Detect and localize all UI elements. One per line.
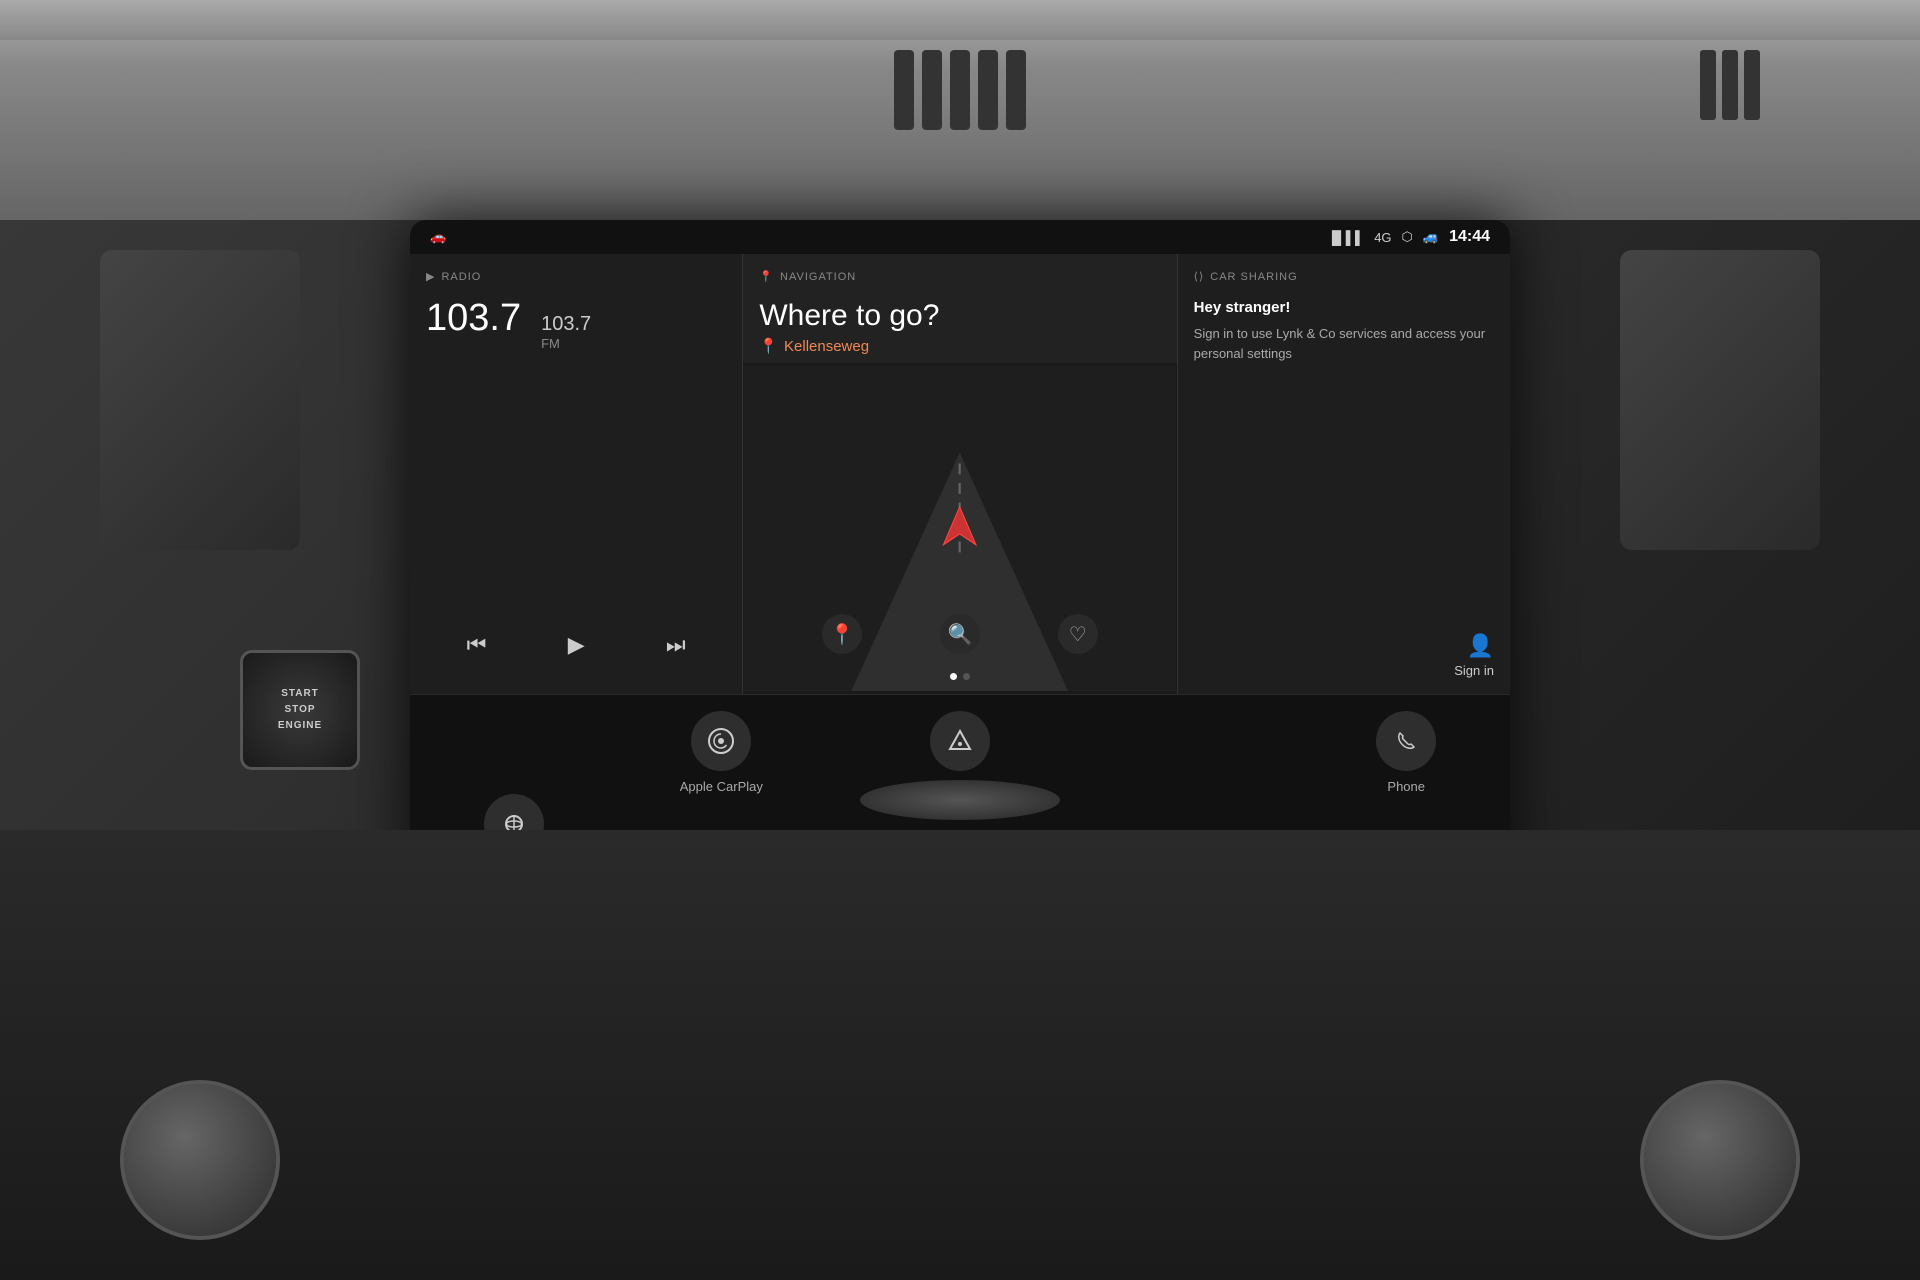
right-dial[interactable] [1640, 1080, 1800, 1240]
carsharing-message: Sign in to use Lynk & Co services and ac… [1194, 324, 1494, 363]
status-bar: 🚗 ▐▌▌▌ 4G ⬡ 🚙 14:44 [410, 220, 1510, 254]
phone-label: Phone [1387, 779, 1425, 794]
carsharing-label: ⟨⟩ CAR SHARING [1194, 270, 1494, 283]
car-dashboard: START STOP ENGINE 🚗 ▐▌▌▌ 4G ⬡ 🚙 14:44 [0, 0, 1920, 1280]
left-dial[interactable] [120, 1080, 280, 1240]
radio-play-button[interactable]: ▶ [560, 624, 593, 666]
nav-bottom-icons: 📍 🔍 ♡ [743, 614, 1176, 654]
car-connect-icon: 🚙 [1423, 229, 1439, 245]
bottom-dashboard [0, 830, 1920, 1280]
nav-location-icon[interactable]: 📍 [822, 614, 862, 654]
car-status-icon: 🚗 [430, 229, 446, 245]
right-dashboard-hardware [1620, 250, 1820, 550]
user-icon: 👤 [1467, 633, 1494, 659]
dashboard-top [0, 0, 1920, 220]
dot-2 [963, 673, 970, 680]
home-button[interactable] [860, 780, 1060, 820]
radio-band: FM [541, 336, 591, 351]
dot-1 [950, 673, 957, 680]
main-content-area: ▶ RADIO 103.7 103.7 FM ⏮ ▶ ⏭ [410, 254, 1510, 694]
radio-controls[interactable]: ⏮ ▶ ⏭ [426, 612, 726, 678]
map-view[interactable]: 📍 🔍 ♡ [743, 363, 1176, 694]
lte-badge: 4G [1374, 230, 1391, 245]
radio-label: ▶ RADIO [426, 270, 726, 283]
android-auto-icon [930, 711, 990, 771]
carplay-label: Apple CarPlay [680, 779, 763, 794]
phone-button[interactable]: Phone [1302, 711, 1510, 794]
carplay-icon [691, 711, 751, 771]
carsharing-greeting: Hey stranger! [1194, 299, 1494, 316]
radio-prev-button[interactable]: ⏮ [459, 624, 495, 666]
phone-icon [1376, 711, 1436, 771]
nav-where-heading: Where to go? [759, 299, 1160, 333]
play-icon: ▶ [426, 270, 435, 283]
nav-search-icon[interactable]: 🔍 [940, 614, 980, 654]
radio-panel[interactable]: ▶ RADIO 103.7 103.7 FM ⏮ ▶ ⏭ [410, 254, 743, 694]
signin-label: Sign in [1454, 663, 1494, 678]
signin-button[interactable]: 👤 Sign in [1194, 633, 1494, 678]
bluetooth-icon: ⬡ [1402, 229, 1413, 245]
radio-frequency-display: 103.7 103.7 FM [426, 299, 726, 351]
location-pin-icon: 📍 [759, 337, 778, 355]
start-stop-button[interactable]: START STOP ENGINE [240, 650, 360, 770]
nav-location: 📍 Kellenseweg [759, 337, 1160, 355]
map-pin-icon: 📍 [759, 270, 774, 283]
share-icon: ⟨⟩ [1194, 270, 1205, 283]
navigation-panel[interactable]: 📍 NAVIGATION Where to go? 📍 Kellenseweg [743, 254, 1176, 694]
apple-carplay-button[interactable]: Apple CarPlay [618, 711, 826, 794]
left-dashboard-hardware: START STOP ENGINE [100, 250, 300, 550]
radio-freq-large: 103.7 [426, 299, 521, 337]
clock: 14:44 [1449, 228, 1490, 246]
car-sharing-panel[interactable]: ⟨⟩ CAR SHARING Hey stranger! Sign in to … [1177, 254, 1510, 694]
nav-header: 📍 NAVIGATION Where to go? 📍 Kellenseweg [743, 254, 1176, 363]
signal-icon: ▐▌▌▌ [1327, 230, 1364, 245]
radio-freq-small: 103.7 [541, 313, 591, 336]
status-right: ▐▌▌▌ 4G ⬡ 🚙 14:44 [1327, 228, 1490, 246]
page-dots [950, 673, 970, 680]
status-left: 🚗 [430, 229, 446, 245]
nav-favorites-icon[interactable]: ♡ [1058, 614, 1098, 654]
radio-next-button[interactable]: ⏭ [658, 624, 694, 666]
nav-label: 📍 NAVIGATION [759, 270, 1160, 283]
